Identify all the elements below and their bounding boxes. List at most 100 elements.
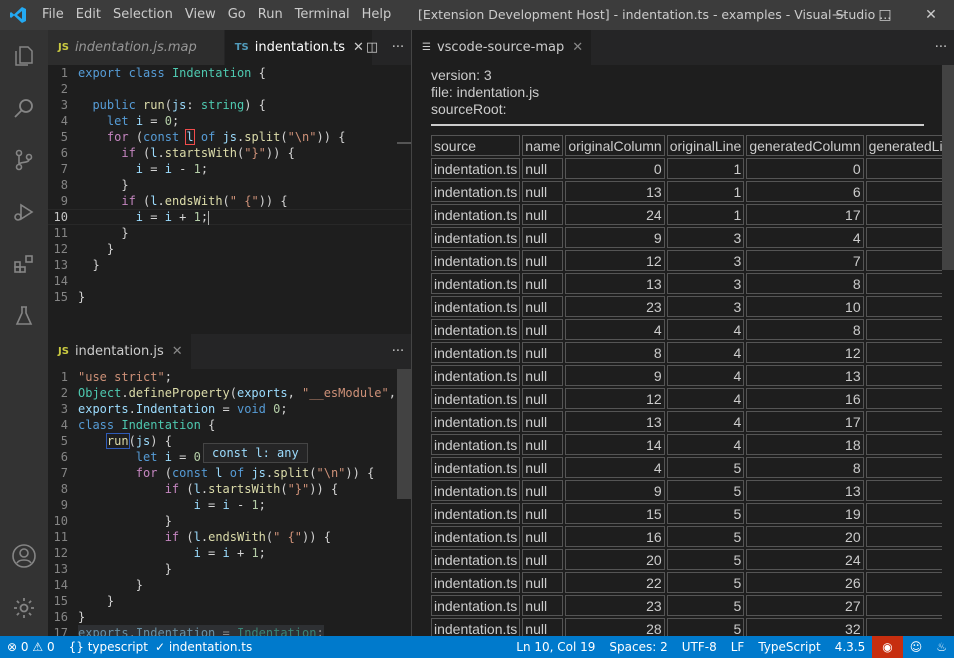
code-line[interactable]: 9 if (l.endsWith(" {")) { (48, 193, 411, 209)
ts-version[interactable]: 4.3.5 (828, 636, 873, 658)
minimize-icon[interactable]: — (816, 0, 862, 30)
run-debug-icon[interactable] (0, 186, 48, 238)
code-line[interactable]: 4 let i = 0; (48, 113, 411, 129)
table-cell: 5 (666, 572, 745, 593)
code-line[interactable]: 15 } (48, 593, 411, 609)
menu-item-view[interactable]: View (179, 0, 222, 30)
copilot-icon[interactable]: ◉ (872, 636, 903, 658)
tab-indentation-ts[interactable]: TS indentation.ts ✕ (224, 30, 373, 65)
menu-item-selection[interactable]: Selection (107, 0, 179, 30)
code-line[interactable]: 10 i = i + 1; (48, 209, 411, 225)
account-icon[interactable] (0, 530, 48, 582)
close-tab-icon[interactable]: ✕ (572, 40, 583, 55)
code-line[interactable]: 2 (48, 81, 411, 97)
code-line[interactable]: 13 } (48, 257, 411, 273)
language-mode[interactable]: TypeScript (751, 636, 827, 658)
line-number: 17 (53, 626, 68, 636)
tab-vscode-source-map[interactable]: ☰ vscode-source-map ✕ (412, 30, 593, 65)
table-cell: 6 (865, 434, 942, 455)
code-token: i (222, 546, 230, 560)
code-line[interactable]: 1 "use strict"; (48, 369, 411, 385)
code-line[interactable]: 14 } (48, 577, 411, 593)
table-cell: 5 (865, 296, 942, 317)
bottom-code-editor[interactable]: 1 "use strict"; 2 Object.defineProperty(exp… (48, 369, 411, 636)
feedback-icon[interactable]: ☺ (903, 636, 930, 658)
menu-item-help[interactable]: Help (356, 0, 398, 30)
menu-item-terminal[interactable]: Terminal (289, 0, 356, 30)
code-line[interactable]: 11 if (l.endsWith(" {")) { (48, 529, 411, 545)
search-icon[interactable] (0, 82, 48, 134)
table-row: indentation.tsnull4587 (431, 457, 942, 478)
line-number: 1 (60, 370, 68, 384)
code-line[interactable]: 9 i = i - 1; (48, 497, 411, 513)
code-token: 1 (193, 162, 201, 176)
menu-item-go[interactable]: Go (222, 0, 252, 30)
close-icon[interactable]: ✕ (908, 0, 954, 30)
code-line[interactable]: 1 export class Indentation { (48, 65, 411, 81)
bottom-editor-scrollbar[interactable] (397, 369, 411, 499)
encoding-status[interactable]: UTF-8 (675, 636, 724, 658)
status-right: Ln 10, Col 19 Spaces: 2 UTF-8 LF TypeScr… (509, 636, 954, 658)
code-token: ( (164, 466, 172, 480)
cursor-position[interactable]: Ln 10, Col 19 (509, 636, 602, 658)
tab-indentation-js-map[interactable]: JS indentation.js.map ✕ (48, 30, 225, 65)
code-line[interactable]: 11 } (48, 225, 411, 241)
tab-indentation-js[interactable]: JS indentation.js ✕ (48, 334, 192, 369)
code-text: if (l.endsWith(" {")) { (78, 193, 287, 209)
eol-status[interactable]: LF (724, 636, 752, 658)
code-line[interactable]: 4 class Indentation { (48, 417, 411, 433)
code-token: = (143, 114, 165, 128)
menu-item-run[interactable]: Run (252, 0, 289, 30)
table-cell: null (522, 503, 564, 524)
code-line[interactable]: 14 (48, 273, 411, 289)
code-token: ( (280, 130, 288, 144)
indentation-status[interactable]: Spaces: 2 (602, 636, 674, 658)
code-line[interactable]: 5 for (const l of js.split("\n")) { (48, 129, 411, 145)
table-cell: null (522, 457, 564, 478)
maximize-icon[interactable]: □ (862, 0, 908, 30)
code-line[interactable]: 3 exports.Indentation = void 0; (48, 401, 411, 417)
line-number: 16 (53, 610, 68, 624)
explorer-icon[interactable] (0, 30, 48, 82)
extensions-icon[interactable] (0, 238, 48, 290)
settings-gear-icon[interactable] (0, 582, 48, 634)
divider (431, 124, 924, 126)
testing-icon[interactable] (0, 290, 48, 342)
top-code-editor[interactable]: 1 export class Indentation {2 3 public run… (48, 65, 411, 333)
code-line[interactable]: 17 exports.Indentation = Indentation; (48, 625, 411, 636)
code-token: Indentation (236, 626, 317, 636)
table-cell: null (522, 572, 564, 593)
more-actions-icon[interactable]: ··· (928, 40, 954, 55)
menu-item-file[interactable]: File (36, 0, 70, 30)
more-actions-icon[interactable]: ··· (385, 40, 411, 55)
line-number: 14 (53, 578, 68, 592)
split-editor-icon[interactable]: ◫ (359, 40, 385, 55)
code-line[interactable]: 12 i = i + 1; (48, 545, 411, 561)
code-line[interactable]: 15} (48, 289, 411, 305)
table-cell: 5 (666, 618, 745, 636)
language-status[interactable]: {} typescript (62, 636, 155, 658)
source-control-icon[interactable] (0, 134, 48, 186)
code-line[interactable]: 2 Object.defineProperty(exports, "__esMod… (48, 385, 411, 401)
source-map-scrollbar[interactable] (942, 65, 954, 270)
code-line[interactable]: 3 public run(js: string) { (48, 97, 411, 113)
table-cell: 13 (746, 365, 864, 386)
close-tab-icon[interactable]: ✕ (172, 344, 183, 359)
more-actions-icon[interactable]: ··· (385, 344, 411, 359)
problems-status[interactable]: ⊗ 0 ⚠ 0 (0, 636, 62, 658)
code-line[interactable]: 7 for (const l of js.split("\n")) { (48, 465, 411, 481)
code-line[interactable]: 10 } (48, 513, 411, 529)
code-line[interactable]: 7 i = i - 1; (48, 161, 411, 177)
code-line[interactable]: 16} (48, 609, 411, 625)
menu-item-edit[interactable]: Edit (70, 0, 107, 30)
file-status[interactable]: ✓ indentation.ts (155, 636, 259, 658)
notifications-bell-icon[interactable]: ♨ (929, 636, 954, 658)
code-line[interactable]: 8 if (l.startsWith("}")) { (48, 481, 411, 497)
code-line[interactable]: 13 } (48, 561, 411, 577)
code-line[interactable]: 12 } (48, 241, 411, 257)
code-token: ; (316, 626, 324, 636)
source-root-text: sourceRoot: (431, 101, 507, 117)
code-line[interactable]: 8 } (48, 177, 411, 193)
code-line[interactable]: 6 if (l.startsWith("}")) { (48, 145, 411, 161)
code-token: "__esModule" (302, 386, 389, 400)
